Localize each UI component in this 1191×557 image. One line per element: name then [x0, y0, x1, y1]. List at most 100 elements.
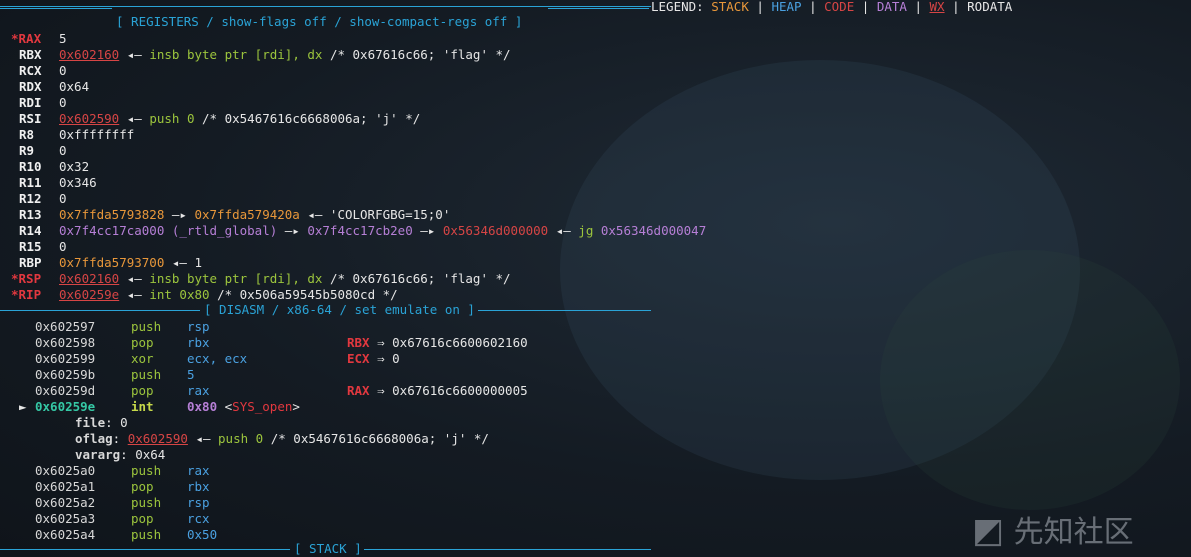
disasm-operands: 5: [187, 367, 195, 383]
syscall-arg-name: oflag: [75, 431, 113, 446]
register-value-part: insb byte ptr [rdi], dx: [149, 47, 323, 62]
disasm-address: 0x60259e: [35, 399, 96, 414]
disasm-address: 0x602597: [35, 319, 96, 334]
disasm-address: 0x6025a2: [35, 495, 96, 510]
legend-separator: |: [748, 0, 772, 14]
register-value-part: —▸: [164, 207, 195, 222]
emulation-annotation: RAX ⇒ 0x67616c6600000005: [347, 383, 528, 399]
register-value: 0x346: [59, 175, 97, 191]
annotation-register: RBX: [347, 335, 370, 350]
syscall-arg-arrow: ◂—: [187, 431, 219, 446]
register-value-part: insb byte ptr [rdi], dx: [149, 271, 323, 286]
syscall-arg-row: file: 0: [75, 415, 128, 431]
register-name: RDI: [19, 95, 42, 110]
legend-label: LEGEND:: [651, 0, 712, 14]
register-value: 0x602160 ◂— insb byte ptr [rdi], dx /* 0…: [59, 47, 511, 63]
disasm-address: 0x6025a4: [35, 527, 96, 542]
register-value-part: /* 0x67616c66; 'flag' */: [322, 271, 511, 286]
register-value-part: ◂—: [548, 223, 579, 238]
register-value-part: ◂— 'COLORFGBG=15;0': [299, 207, 451, 222]
register-value: 0x64: [59, 79, 89, 95]
syscall-arg-name: vararg: [75, 447, 121, 462]
register-value-part: 0x602160: [59, 271, 120, 286]
register-value: 0: [59, 191, 67, 207]
disasm-opcode: int: [131, 399, 154, 414]
syscall-label: SYS_open: [232, 399, 293, 414]
watermark-logo: ◩ 先知社区: [972, 507, 1134, 551]
disasm-address: 0x6025a0: [35, 463, 96, 478]
register-value: 0: [59, 63, 67, 79]
disasm-operands: rbx: [187, 479, 210, 495]
stack-separator-right: [364, 549, 651, 550]
register-value-part: 0: [59, 191, 67, 206]
disasm-operand-text: ecx, ecx: [187, 351, 248, 366]
register-value-part: 0x32: [59, 159, 90, 174]
register-name: R15: [19, 239, 42, 254]
register-value-part: 0x602590: [59, 111, 120, 126]
syscall-arg-row: oflag: 0x602590 ◂— push 0 /* 0x5467616c6…: [75, 431, 489, 447]
disasm-operands: rbx: [187, 335, 210, 351]
register-value-part: 0xffffffff: [59, 127, 135, 142]
register-name: R10: [19, 159, 42, 174]
register-value-part: 0x56346d000000: [442, 223, 549, 238]
syscall-bracket: >: [292, 399, 300, 414]
registers-separator-right: [548, 8, 649, 9]
register-value-part: 0x64: [59, 79, 90, 94]
disasm-operand-text: rbx: [187, 335, 210, 350]
disasm-opcode: push: [131, 495, 162, 510]
disasm-operands: rsp: [187, 495, 210, 511]
disasm-opcode: pop: [131, 383, 154, 398]
disasm-opcode: pop: [131, 335, 154, 350]
register-value-part: push 0: [149, 111, 195, 126]
register-value-part: 0x7f4cc17cb2e0: [307, 223, 413, 238]
register-name: R8: [19, 127, 35, 142]
disasm-opcode: pop: [131, 479, 154, 494]
register-value-part: 0x7ffda579420a: [194, 207, 300, 222]
disasm-operands: ecx, ecx: [187, 351, 247, 367]
disasm-operands: rsp: [187, 319, 210, 335]
registers-separator-left: [0, 8, 112, 9]
disasm-operands: 0x50: [187, 527, 217, 543]
register-value-part: jg: [578, 223, 601, 238]
disasm-opcode: push: [131, 367, 162, 382]
terminal[interactable]: LEGEND: STACK | HEAP | CODE | DATA | WX …: [0, 0, 1191, 557]
register-value-part: int 0x80: [149, 287, 210, 302]
legend-item-wx: WX: [929, 0, 945, 14]
register-name: R9: [19, 143, 35, 158]
register-value-part: —▸: [412, 223, 443, 238]
register-value-part: 0x7ffda5793700: [59, 255, 165, 270]
register-value: 0x7ffda5793828 —▸ 0x7ffda579420a ◂— 'COL…: [59, 207, 450, 223]
disasm-operand-text: rcx: [187, 511, 210, 526]
legend-separator: |: [906, 0, 930, 14]
register-value-part: 0x7ffda5793828: [59, 207, 165, 222]
legend-item-rodata: RODATA: [967, 0, 1013, 14]
disasm-opcode: push: [131, 463, 162, 478]
syscall-bracket: <: [217, 399, 233, 414]
register-value-part: /* 0x506a59545b5080cd */: [209, 287, 398, 302]
legend-item-data: DATA: [876, 0, 907, 14]
syscall-arg-address: 0x602590: [127, 431, 188, 446]
register-value: 0xffffffff: [59, 127, 134, 143]
disasm-opcode: push: [131, 527, 162, 542]
register-value-part: 0: [59, 239, 67, 254]
register-value: 0: [59, 143, 67, 159]
annotation-register: ECX: [347, 351, 370, 366]
disasm-operand-text: 5: [187, 367, 195, 382]
disasm-operand-text: 0x80: [187, 399, 218, 414]
syscall-arg-value: : 0x64: [120, 447, 166, 462]
register-value: 0x602160 ◂— insb byte ptr [rdi], dx /* 0…: [59, 271, 511, 287]
register-name: R11: [19, 175, 42, 190]
register-value-part: ◂— 1: [164, 255, 202, 270]
register-name: RCX: [19, 63, 42, 78]
disasm-operand-text: rax: [187, 463, 210, 478]
disasm-opcode: xor: [131, 351, 154, 366]
current-instruction-marker: ►: [19, 399, 27, 414]
register-value: 0x602590 ◂— push 0 /* 0x5467616c6668006a…: [59, 111, 420, 127]
disasm-operand-text: rsp: [187, 495, 210, 510]
register-name: RBP: [19, 255, 42, 270]
register-value: 0x7f4cc17ca000 (_rtld_global) —▸ 0x7f4cc…: [59, 223, 706, 239]
register-value-part: ◂—: [119, 111, 150, 126]
syscall-arg-comment: /* 0x5467616c6668006a; 'j' */: [263, 431, 489, 446]
disasm-operands: 0x80 <SYS_open>: [187, 399, 300, 415]
register-value-part: ◂—: [119, 287, 150, 302]
